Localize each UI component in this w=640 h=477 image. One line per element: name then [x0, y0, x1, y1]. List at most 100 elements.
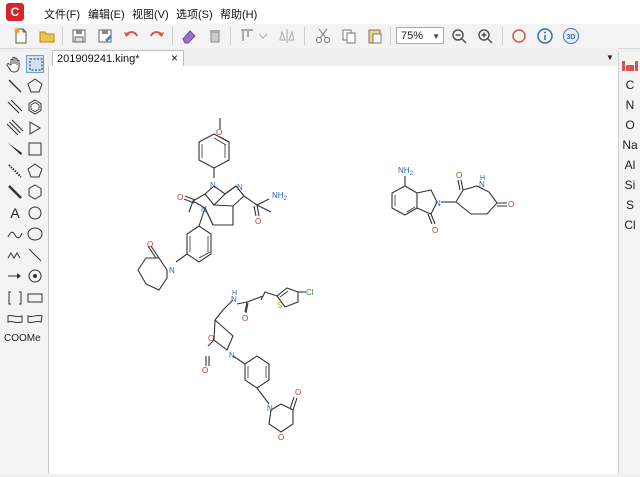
target-icon — [28, 269, 42, 283]
new-document-button[interactable] — [12, 27, 30, 45]
wave-shape-tool[interactable] — [26, 310, 44, 328]
chain-tool[interactable] — [6, 246, 24, 264]
hashed-bond-icon — [8, 164, 22, 178]
hashed-bond-tool[interactable] — [6, 162, 24, 180]
menu-file[interactable]: 文件(F) — [44, 6, 80, 22]
bracket-tool[interactable] — [6, 289, 24, 307]
pentagon-icon — [27, 163, 43, 178]
color-button[interactable] — [510, 27, 528, 45]
text-tool[interactable]: A — [6, 204, 24, 222]
line-icon — [28, 248, 42, 262]
toolbar-separator — [62, 27, 63, 45]
wedge-bond-tool[interactable] — [6, 140, 24, 158]
zoom-in-button[interactable] — [476, 27, 494, 45]
info-button[interactable] — [536, 27, 554, 45]
chevron-down-icon: ▼ — [432, 32, 440, 41]
paste-button[interactable] — [366, 27, 384, 45]
square-tool[interactable] — [26, 140, 44, 158]
document-tab[interactable]: 201909241.king* × — [52, 50, 184, 67]
document-tab-title: 201909241.king* — [57, 53, 140, 65]
functional-group-tool[interactable]: COOMe — [4, 333, 41, 344]
rectangle-tool[interactable] — [26, 289, 44, 307]
oval-tool[interactable] — [26, 225, 44, 243]
toolbar-separator — [172, 27, 173, 45]
drawing-canvas[interactable]: O N N N N O O O NH2 NH2 N N H O O O Cl S… — [48, 66, 619, 474]
atom-label: H — [232, 290, 237, 297]
hand-tool[interactable] — [6, 55, 24, 73]
menu-edit[interactable]: 编辑(E) — [88, 6, 125, 22]
save-button[interactable] — [70, 27, 88, 45]
wave-shape-icon — [27, 314, 43, 324]
eraser-icon — [182, 30, 196, 44]
undo-icon — [124, 31, 138, 37]
lenalidomide-labels: NH2 N N H O O O — [398, 166, 514, 235]
flag-shape-tool[interactable] — [6, 310, 24, 328]
circle-tool[interactable] — [26, 204, 44, 222]
element-nitrogen[interactable]: N — [619, 98, 640, 112]
flip-icon — [279, 29, 295, 43]
hexagon-tool[interactable] — [26, 183, 44, 201]
atom-label: O — [242, 314, 248, 323]
double-bond-tool[interactable] — [6, 98, 24, 116]
periodic-table-button[interactable] — [622, 59, 638, 71]
bold-bond-tool[interactable] — [6, 183, 24, 201]
oval-icon — [27, 227, 43, 241]
save-icon — [72, 29, 86, 43]
single-bond-tool[interactable] — [6, 77, 24, 95]
copy-button[interactable] — [340, 27, 358, 45]
line-tool[interactable] — [26, 246, 44, 264]
redo-button[interactable] — [148, 27, 166, 45]
reaction-arrow-tool[interactable] — [6, 267, 24, 285]
wedge-bond-icon — [8, 143, 22, 155]
triple-bond-tool[interactable] — [6, 119, 24, 137]
undo-button[interactable] — [122, 27, 140, 45]
arrow-shape-tool[interactable] — [26, 119, 44, 137]
flip-button[interactable] — [278, 27, 296, 45]
atom-label: O — [177, 193, 183, 202]
trash-icon — [210, 30, 220, 43]
menu-help[interactable]: 帮助(H) — [220, 6, 257, 22]
element-sodium[interactable]: Na — [619, 138, 640, 152]
zoom-out-button[interactable] — [450, 27, 468, 45]
molecule-drawing: O N N N N O O O NH2 NH2 N N H O O O Cl S… — [137, 118, 514, 442]
atom-label: N — [201, 205, 207, 214]
element-aluminum[interactable]: Al — [619, 158, 640, 172]
element-carbon[interactable]: C — [619, 78, 640, 92]
curve-tool[interactable] — [6, 225, 24, 243]
rivaroxaban-bonds — [205, 287, 306, 433]
curve-icon — [7, 231, 23, 239]
tab-list-chevron-icon[interactable]: ▼ — [606, 53, 614, 62]
toolbar-separator — [390, 27, 391, 45]
menu-bar: C 文件(F) 编辑(E) 视图(V) 选项(S) 帮助(H) — [0, 0, 640, 24]
app-logo[interactable]: C — [6, 3, 24, 21]
zoom-select[interactable]: 75% ▼ — [396, 27, 444, 44]
view-3d-button[interactable]: 3D — [562, 27, 580, 45]
cut-button[interactable] — [314, 27, 332, 45]
atom-label: O — [147, 240, 153, 249]
menu-options[interactable]: 选项(S) — [176, 6, 213, 22]
benzene-tool[interactable] — [26, 98, 44, 116]
eraser-button[interactable] — [180, 27, 198, 45]
atom-label: O — [255, 217, 261, 226]
element-sulfur[interactable]: S — [619, 198, 640, 212]
atom-label: O — [432, 226, 438, 235]
lasso-select-tool[interactable] — [26, 55, 44, 73]
pentagon-tool[interactable] — [26, 162, 44, 180]
paste-icon — [368, 29, 382, 44]
align-dropdown-button[interactable] — [254, 27, 272, 45]
open-button[interactable] — [38, 27, 56, 45]
menu-view[interactable]: 视图(V) — [132, 6, 169, 22]
banner-icon — [7, 314, 23, 324]
view-3d-icon: 3D — [563, 28, 579, 44]
save-as-button[interactable] — [96, 27, 114, 45]
atom-label: N — [169, 266, 175, 275]
element-silicon[interactable]: Si — [619, 178, 640, 192]
element-chlorine[interactable]: Cl — [619, 218, 640, 232]
atom-marker-tool[interactable] — [26, 267, 44, 285]
element-oxygen[interactable]: O — [619, 118, 640, 132]
close-icon[interactable]: × — [171, 51, 178, 65]
atom-label: O — [202, 366, 208, 375]
delete-button[interactable] — [206, 27, 224, 45]
atom-label: N — [237, 183, 243, 192]
cyclopentane-tool[interactable] — [26, 77, 44, 95]
